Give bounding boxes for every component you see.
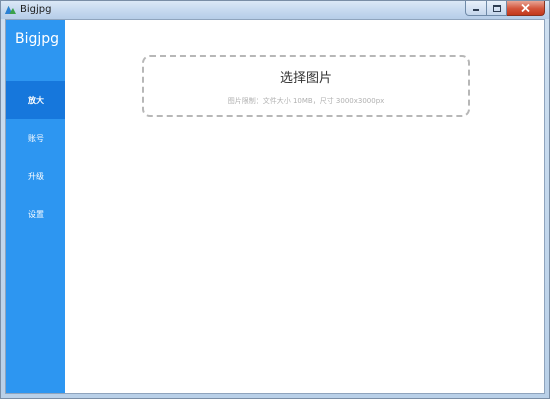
sidebar-item-label: 账号 [28,133,44,143]
sidebar-item-account[interactable]: 账号 [6,119,65,157]
maximize-button[interactable] [487,1,507,16]
sidebar-item-label: 放大 [28,95,44,105]
client-area: Bigjpg 放大 账号 升级 设置 选择图片 图片限制：文件大小 10MB，尺… [5,19,545,394]
window-controls [465,1,545,17]
minimize-icon [473,9,479,11]
bigjpg-logo-icon [5,6,16,14]
close-button[interactable] [507,1,545,16]
sidebar: Bigjpg 放大 账号 升级 设置 [6,20,65,393]
sidebar-item-settings[interactable]: 设置 [6,195,65,233]
maximize-icon [492,4,501,12]
brand-logo: Bigjpg [15,31,60,47]
window-title: Bigjpg [20,4,52,15]
close-icon [521,4,530,12]
app-window: Bigjpg Bigjpg 放大 账号 升级 设置 选择图片 图片限制：文件大小… [0,0,550,399]
image-limit-hint: 图片限制：文件大小 10MB，尺寸 3000x3000px [227,97,385,105]
select-image-dropzone[interactable]: 选择图片 图片限制：文件大小 10MB，尺寸 3000x3000px [142,55,470,117]
title-bar[interactable]: Bigjpg [1,1,549,19]
sidebar-nav: 放大 账号 升级 设置 [6,81,65,233]
select-image-title: 选择图片 [279,71,332,86]
sidebar-item-enlarge[interactable]: 放大 [6,81,65,119]
sidebar-item-label: 设置 [28,209,44,219]
sidebar-item-label: 升级 [28,171,44,181]
sidebar-item-upgrade[interactable]: 升级 [6,157,65,195]
minimize-button[interactable] [465,1,487,16]
